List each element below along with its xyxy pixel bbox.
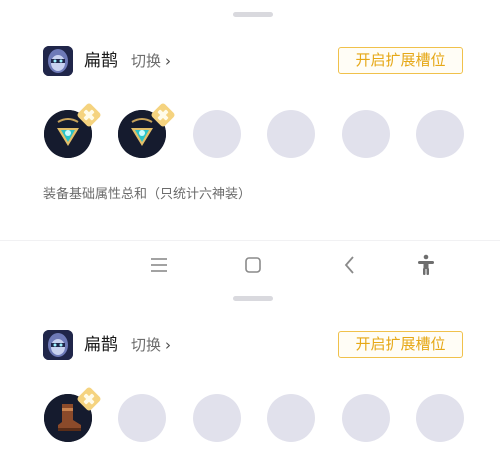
switch-label: 切换 (131, 52, 162, 70)
equipment-slots (0, 102, 500, 166)
hero-row: 扁鹊 切换 › 开启扩展槽位 (0, 330, 500, 366)
home-icon[interactable] (241, 253, 265, 277)
equipment-slot-2[interactable] (118, 394, 166, 442)
equipment-slot-3[interactable] (193, 110, 241, 158)
equipment-slot-5[interactable] (342, 110, 390, 158)
equipment-slots (0, 386, 500, 450)
chevron-right-icon: › (165, 52, 172, 70)
attribute-summary-label: 装备基础属性总和（只统计六神装） (43, 187, 252, 202)
chevron-right-icon: › (165, 336, 172, 354)
accessibility-icon[interactable] (414, 253, 438, 277)
hero-avatar (43, 330, 73, 360)
menu-icon[interactable] (147, 253, 171, 277)
equipment-slot-3[interactable] (193, 394, 241, 442)
drag-handle[interactable] (233, 12, 273, 17)
hero-name: 扁鹊 (84, 51, 118, 71)
back-icon[interactable] (338, 253, 362, 277)
switch-hero-button[interactable]: 切换 › (131, 336, 171, 354)
equipment-slot-6[interactable] (416, 110, 464, 158)
equipment-slot-6[interactable] (416, 394, 464, 442)
switch-hero-button[interactable]: 切换 › (131, 52, 171, 70)
expand-slot-button[interactable]: 开启扩展槽位 (338, 331, 463, 358)
equipment-slot-5[interactable] (342, 394, 390, 442)
equipment-slot-4[interactable] (267, 110, 315, 158)
drag-handle[interactable] (233, 296, 273, 301)
expand-slot-button[interactable]: 开启扩展槽位 (338, 47, 463, 74)
equipment-panel-2: 扁鹊 切换 › 开启扩展槽位 (0, 286, 500, 460)
equipment-panel-1: 扁鹊 切换 › 开启扩展槽位 装备基础属性总和（只统计六神装） (0, 0, 500, 240)
system-navbar (0, 240, 500, 287)
equipment-slot-4[interactable] (267, 394, 315, 442)
hero-name: 扁鹊 (84, 335, 118, 355)
switch-label: 切换 (131, 336, 162, 354)
hero-row: 扁鹊 切换 › 开启扩展槽位 (0, 46, 500, 82)
hero-avatar (43, 46, 73, 76)
